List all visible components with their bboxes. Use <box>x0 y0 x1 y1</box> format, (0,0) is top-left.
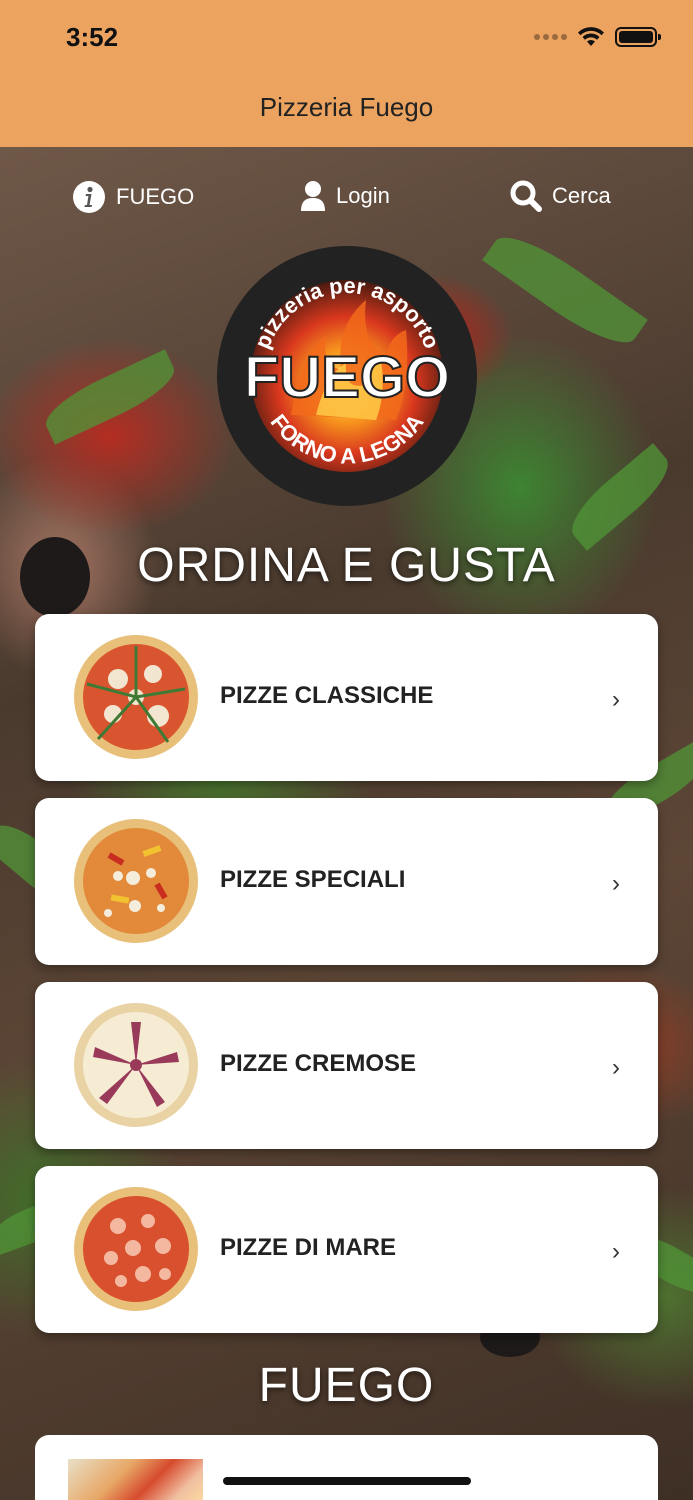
category-label: PIZZE DI MARE <box>220 1234 397 1261</box>
fuego-thumbnail <box>68 1459 203 1500</box>
category-card-classiche[interactable]: PIZZE CLASSICHE › <box>35 614 658 781</box>
user-icon <box>301 181 325 211</box>
nav-info-label: FUEGO <box>116 184 195 209</box>
nav-login-label: Login <box>336 183 390 208</box>
status-indicators <box>534 26 661 48</box>
category-card-speciali[interactable]: PIZZE SPECIALI › <box>35 798 658 965</box>
status-time: 3:52 <box>66 22 119 52</box>
pizza-cremosa-icon <box>74 1003 198 1127</box>
search-icon <box>510 180 542 212</box>
fuego-info-card[interactable] <box>35 1435 658 1500</box>
order-section-title: ORDINA E GUSTA <box>137 539 556 592</box>
pizza-mare-icon <box>74 1187 198 1311</box>
chevron-right-icon: › <box>612 1054 620 1081</box>
nav-search-button[interactable]: Cerca <box>510 180 611 212</box>
pizza-speciale-icon <box>74 819 198 943</box>
home-indicator <box>223 1477 471 1485</box>
logo-main-text: FUEGO <box>244 345 450 410</box>
fuego-logo: pizzeria per asporto FUEGO FORNO A LEGNA <box>216 245 478 507</box>
category-label: PIZZE CLASSICHE <box>220 682 434 709</box>
page-title: Pizzeria Fuego <box>259 92 434 122</box>
category-card-mare[interactable]: PIZZE DI MARE › <box>35 1166 658 1333</box>
category-label: PIZZE SPECIALI <box>220 866 406 893</box>
chevron-right-icon: › <box>612 686 620 713</box>
signal-icon <box>534 34 567 40</box>
chevron-right-icon: › <box>612 870 620 897</box>
chevron-right-icon: › <box>612 1238 620 1265</box>
fuego-section-title: FUEGO <box>258 1359 435 1412</box>
wifi-icon <box>578 27 604 46</box>
pizza-classica-icon <box>74 635 198 759</box>
nav-search-label: Cerca <box>552 183 611 208</box>
nav-info-button[interactable]: FUEGO <box>72 180 194 214</box>
info-icon <box>73 181 105 213</box>
category-label: PIZZE CREMOSE <box>220 1050 417 1077</box>
category-card-cremose[interactable]: PIZZE CREMOSE › <box>35 982 658 1149</box>
app-header: 3:52 Pizzeria Fuego <box>0 0 693 147</box>
battery-icon <box>615 27 661 47</box>
nav-login-button[interactable]: Login <box>300 180 390 212</box>
